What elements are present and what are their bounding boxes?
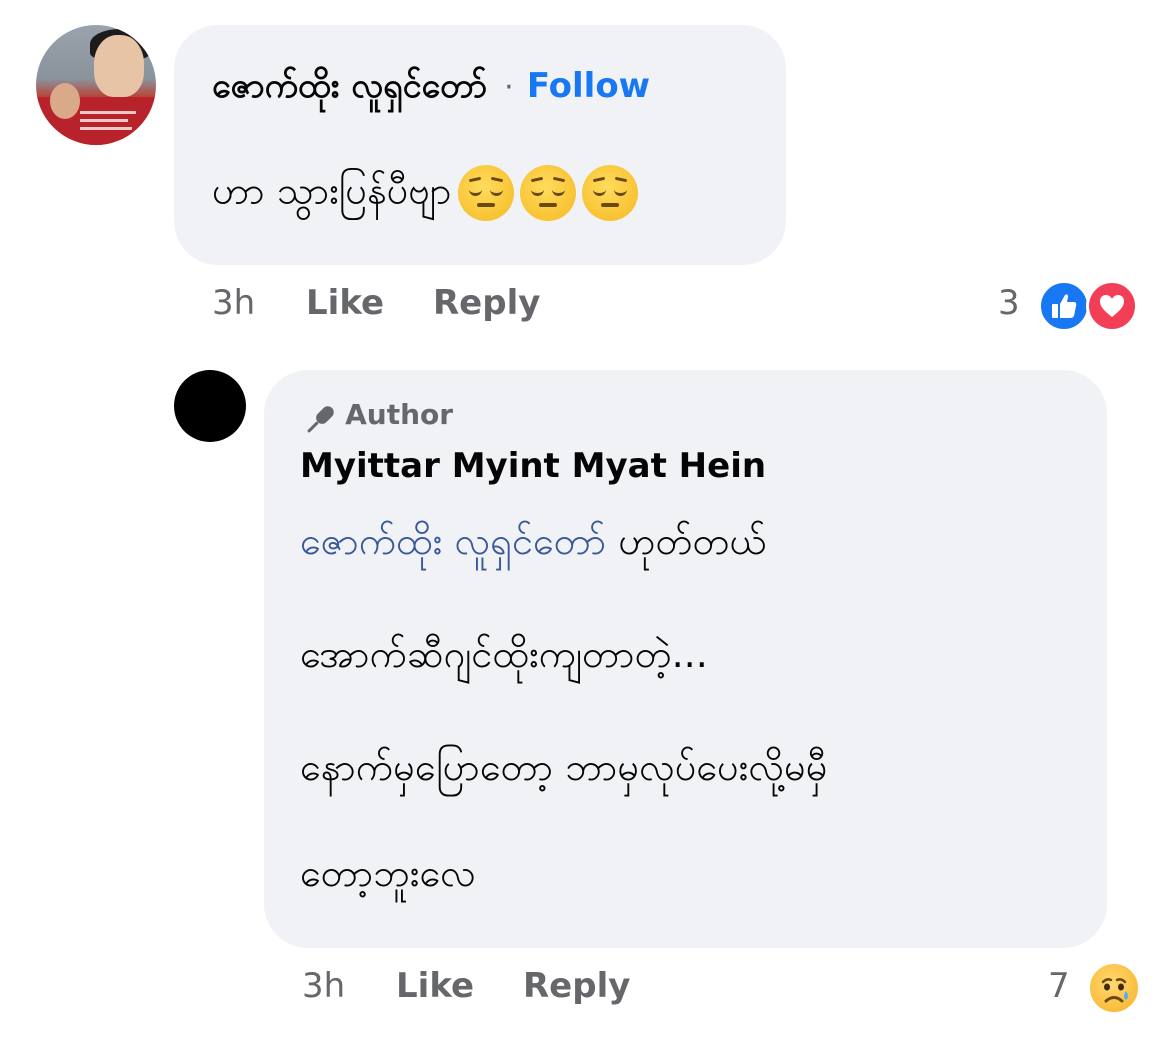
comment-header: ဇောက်ထိုး လူရှင်တော် · Follow	[212, 63, 650, 114]
mention-link[interactable]: ဇောက်ထိုး လူရှင်တော်	[300, 519, 606, 563]
reply-bubble: Author Myittar Myint Myat Hein ဇောက်ထိုး…	[264, 370, 1107, 948]
reply-line-1: ဇောက်ထိုး လူရှင်တော် ဟုတ်တယ်	[300, 519, 767, 564]
author-avatar[interactable]	[174, 370, 246, 442]
comment-timestamp: 3h	[212, 283, 256, 323]
like-button[interactable]: Like	[396, 966, 474, 1006]
author-badge: Author	[300, 398, 453, 440]
reaction-count[interactable]: 7	[1048, 966, 1070, 1006]
reply-line-1-text: ဟုတ်တယ်	[606, 519, 767, 563]
separator-dot: ·	[504, 70, 514, 105]
pensive-face-icon	[581, 165, 638, 221]
comment-text: ဟာ သွားပြန်ပီဗျာ	[212, 165, 638, 221]
reply-line-2: အောက်ဆီဂျင်ထိုးကျတာတဲ့...	[300, 632, 708, 676]
reply-line-4: တော့ဘူးလေ	[300, 851, 476, 895]
love-icon	[1086, 280, 1138, 332]
pensive-face-icon	[457, 165, 514, 221]
commenter-name[interactable]: ဇောက်ထိုး လူရှင်တော်	[212, 66, 487, 106]
sad-icon	[1087, 961, 1141, 1015]
reply-line-3: နောက်မှပြောတော့ ဘာမှလုပ်ပေးလို့မမှီ	[300, 745, 828, 789]
author-badge-label: Author	[345, 398, 454, 431]
microphone-icon	[307, 405, 334, 432]
like-icon	[1038, 280, 1090, 332]
reply-button[interactable]: Reply	[433, 283, 540, 323]
like-button[interactable]: Like	[306, 283, 384, 323]
follow-button[interactable]: Follow	[527, 66, 650, 106]
author-name[interactable]: Myittar Myint Myat Hein	[300, 446, 766, 486]
reply-button[interactable]: Reply	[523, 966, 630, 1006]
reply-timestamp: 3h	[302, 966, 346, 1006]
commenter-avatar[interactable]	[36, 25, 156, 145]
comment-bubble: ဇောက်ထိုး လူရှင်တော် · Follow ဟာ သွားပြန…	[174, 25, 786, 265]
comment-text-body: ဟာ သွားပြန်ပီဗျာ	[212, 168, 452, 213]
reaction-count[interactable]: 3	[998, 283, 1020, 323]
pensive-face-icon	[519, 165, 576, 221]
